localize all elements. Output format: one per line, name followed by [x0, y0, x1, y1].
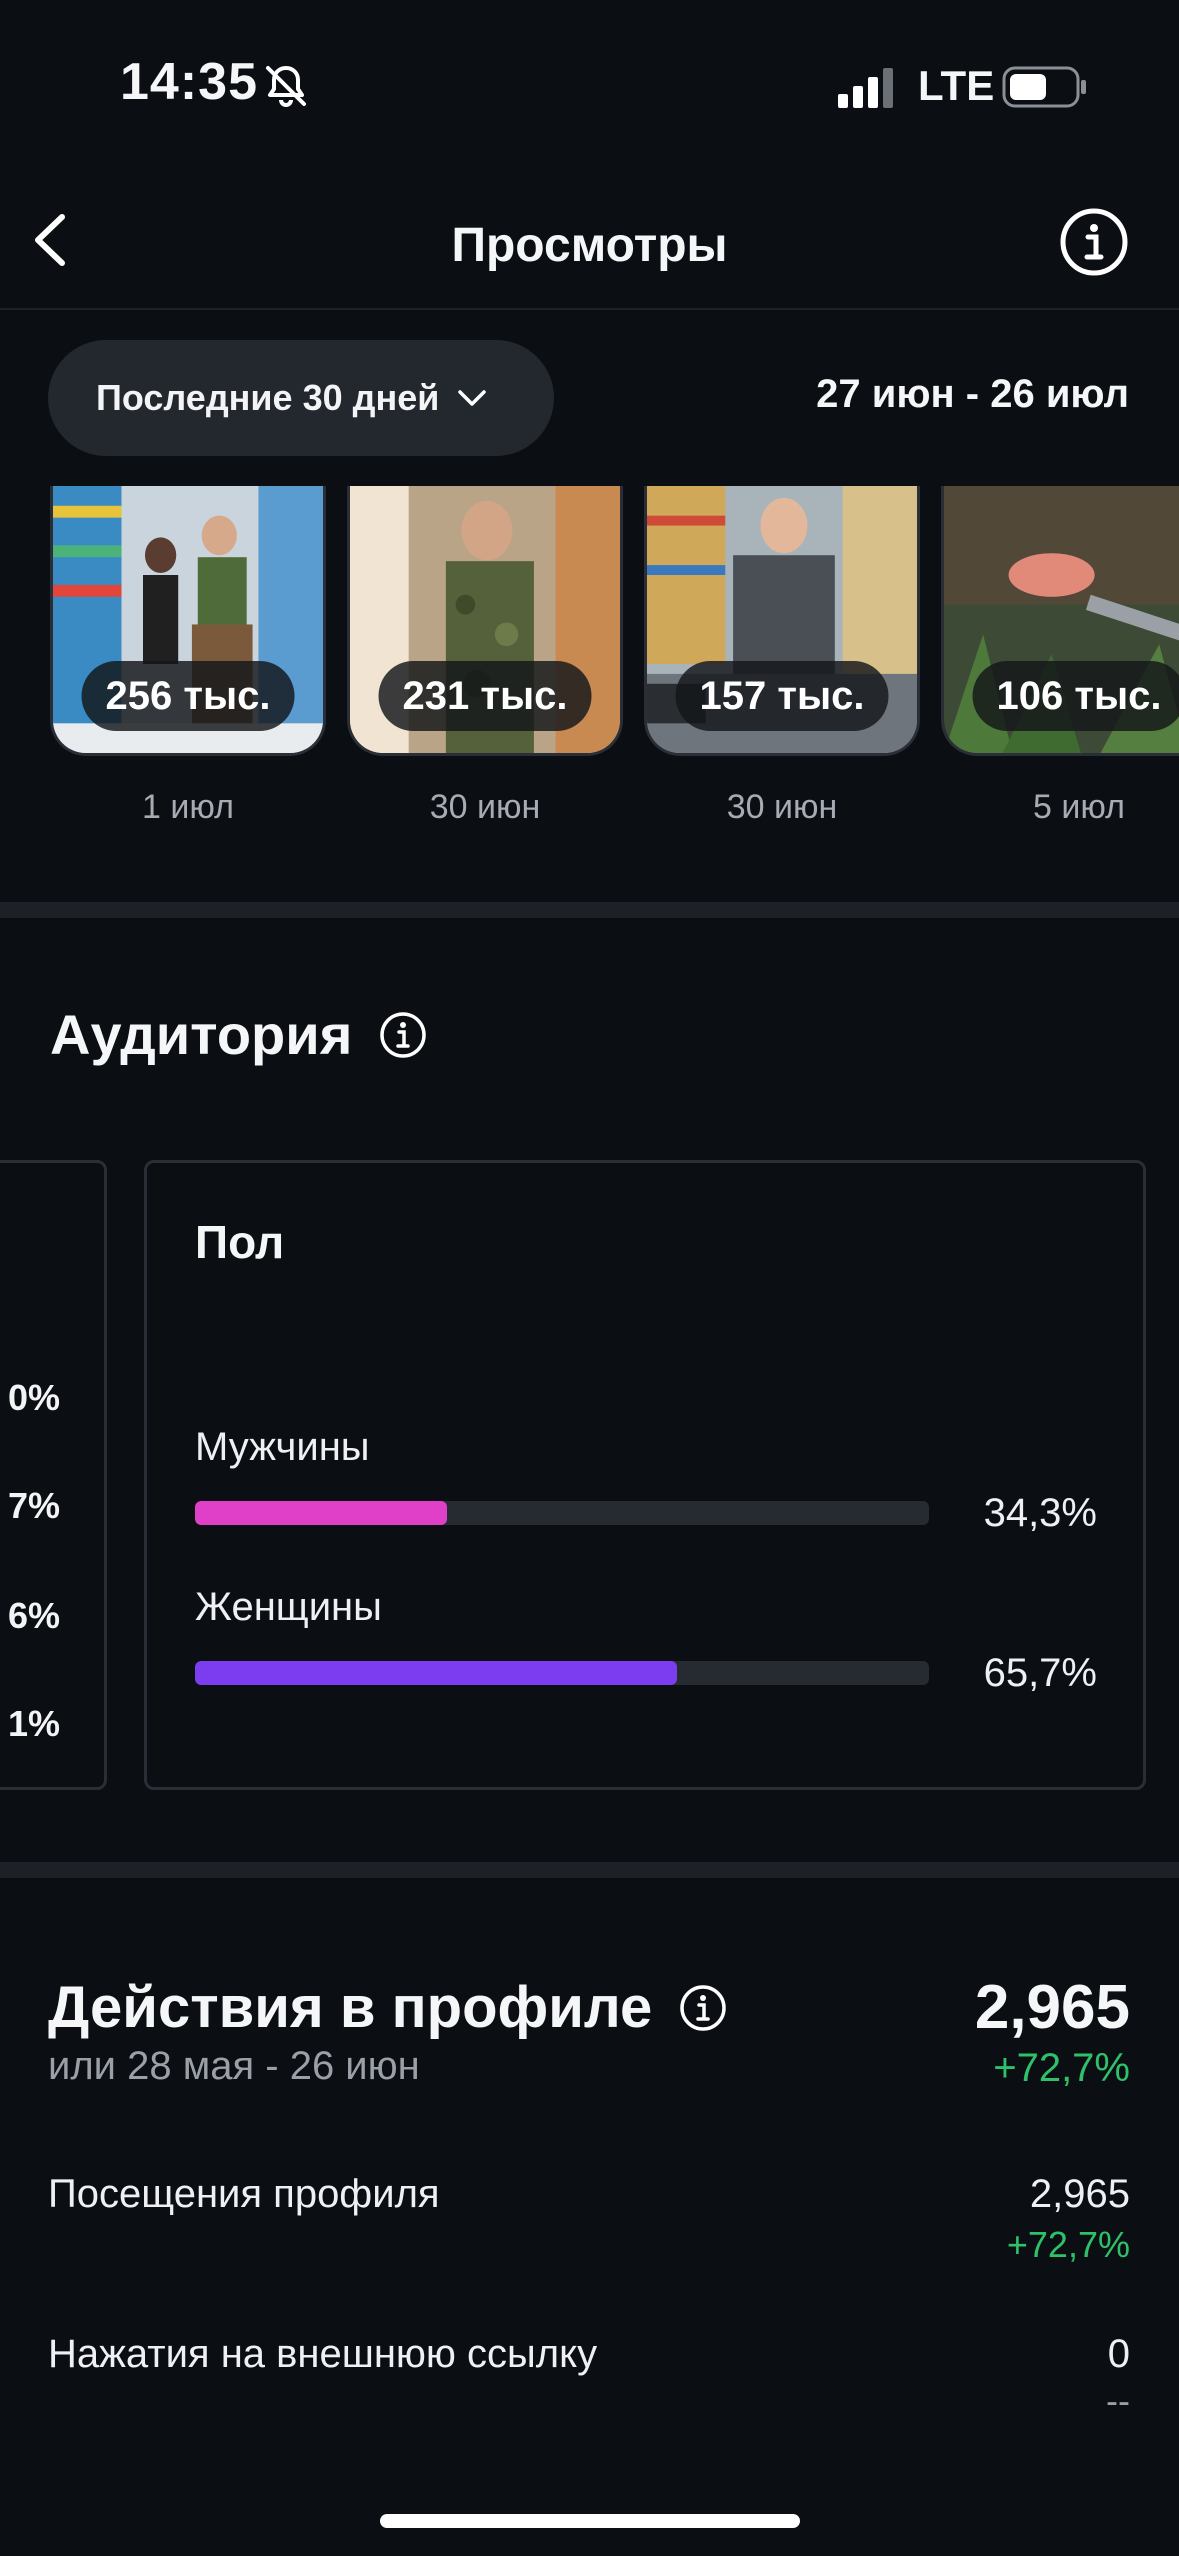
- info-icon[interactable]: [678, 1983, 728, 2033]
- network-label: LTE: [918, 62, 995, 109]
- status-bar: 14:35 LTE: [0, 0, 1179, 170]
- gender-value-male: 34,3%: [983, 1491, 1097, 1535]
- audience-title-text: Аудитория: [50, 1003, 353, 1066]
- bell-slash-icon: [266, 66, 306, 107]
- page-title: Просмотры: [451, 219, 728, 272]
- gender-label-male: Мужчины: [195, 1425, 370, 1469]
- post-date: 30 июн: [726, 788, 838, 826]
- gender-bar-fill-male: [195, 1501, 447, 1525]
- post-date: 1 июл: [142, 788, 234, 826]
- post-views-badge: 256 тыс.: [81, 661, 295, 731]
- signal-icon: [838, 68, 893, 108]
- age-percent: 0%: [7, 1377, 60, 1418]
- post-views-badge: 157 тыс.: [675, 661, 889, 731]
- date-range-dropdown-label: Последние 30 дней: [96, 377, 440, 418]
- post-date: 30 июн: [429, 788, 541, 826]
- age-percent: 1%: [7, 1703, 60, 1744]
- info-icon[interactable]: [378, 1010, 428, 1060]
- age-percent: 7%: [7, 1485, 60, 1526]
- metric-value-profile-visits: 2,965: [1029, 2172, 1130, 2216]
- filter-row: Последние 30 дней 27 июн - 26 июл: [0, 312, 1179, 480]
- post-thumbnail[interactable]: 231 тыс.: [347, 486, 623, 756]
- metric-value-link-taps: 0: [1107, 2332, 1130, 2376]
- nav-bar: Просмотры: [0, 170, 1179, 310]
- chevron-down-icon: [458, 390, 487, 406]
- gender-card-title: Пол: [195, 1216, 285, 1268]
- profile-actions-total: 2,965: [974, 1973, 1130, 2042]
- date-range-dropdown[interactable]: Последние 30 дней: [48, 340, 554, 456]
- audience-section-title: Аудитория: [50, 1002, 428, 1067]
- info-icon[interactable]: [1058, 206, 1130, 278]
- top-posts-strip[interactable]: 256 тыс. 1 июл 231 тыс. 30 июн 157 тыс. …: [0, 480, 1179, 900]
- post-thumbnail[interactable]: 157 тыс.: [644, 486, 920, 756]
- post-thumbnail[interactable]: 256 тыс.: [50, 486, 326, 756]
- age-percent: 6%: [7, 1595, 60, 1636]
- metric-label-profile-visits: Посещения профиля: [48, 2172, 440, 2216]
- post-date: 5 июл: [1033, 788, 1125, 826]
- profile-actions-title-text: Действия в профиле: [48, 1975, 653, 2040]
- gender-label-female: Женщины: [195, 1585, 382, 1629]
- section-divider: [0, 1862, 1179, 1878]
- metric-change-link-taps: --: [1106, 2380, 1130, 2421]
- post-views-badge: 106 тыс.: [972, 661, 1179, 731]
- profile-actions-compare-period: или 28 мая - 26 июн: [48, 2044, 420, 2088]
- battery-icon: [1002, 66, 1086, 108]
- post-views-badge: 231 тыс.: [378, 661, 592, 731]
- date-range-text: 27 июн - 26 июл: [816, 372, 1129, 416]
- gender-bar-track-male: [195, 1501, 929, 1525]
- profile-actions-change: +72,7%: [993, 2046, 1130, 2090]
- gender-value-female: 65,7%: [983, 1651, 1097, 1695]
- post-thumbnail[interactable]: 106 тыс.: [941, 486, 1179, 756]
- gender-bar-fill-female: [195, 1661, 678, 1685]
- section-divider: [0, 902, 1179, 918]
- profile-actions-title: Действия в профиле: [48, 1974, 728, 2041]
- age-card[interactable]: 0% 7% 6% 1%: [0, 1160, 107, 1790]
- home-indicator[interactable]: [380, 2514, 800, 2528]
- metric-label-link-taps: Нажатия на внешнюю ссылку: [48, 2332, 598, 2376]
- status-time: 14:35: [120, 53, 258, 111]
- gender-card[interactable]: Пол Мужчины 34,3% Женщины 65,7%: [144, 1160, 1146, 1790]
- gender-bar-track-female: [195, 1661, 929, 1685]
- metric-change-profile-visits: +72,7%: [1006, 2224, 1130, 2265]
